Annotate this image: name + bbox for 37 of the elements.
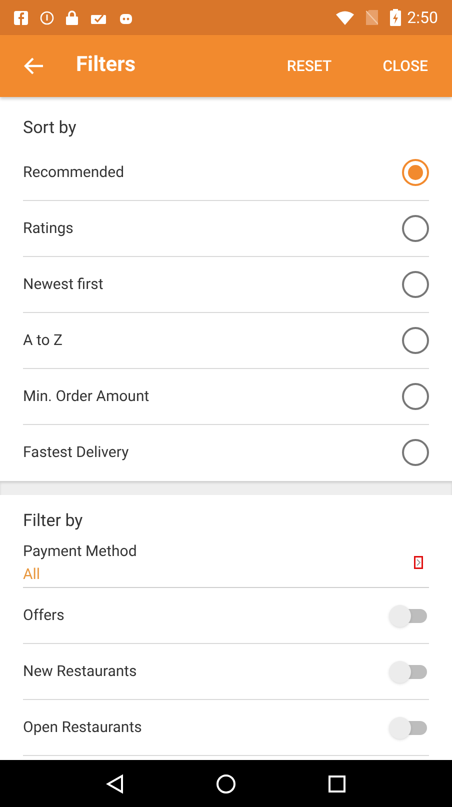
toolbar-button[interactable]: RESET — [286, 54, 332, 78]
sort-option-label: Fastest Delivery — [23, 442, 129, 464]
back-nav-icon[interactable] — [106, 774, 124, 794]
section-heading: Sort by — [22, 117, 78, 140]
screen-title: Filters — [76, 52, 136, 80]
filter-option-label: Open Restaurants — [23, 717, 142, 738]
battery-charging-icon — [390, 9, 402, 26]
radio-button[interactable] — [402, 326, 429, 354]
sort-option-label: Recommended — [23, 162, 124, 183]
radio-button[interactable] — [402, 214, 429, 242]
sort-option-label: Ratings — [23, 218, 74, 239]
clock-time: 2:50 — [407, 6, 438, 28]
recents-nav-icon[interactable] — [328, 774, 346, 792]
chevron-right-icon[interactable] — [414, 556, 423, 569]
app-notification-icon — [14, 10, 28, 24]
filter-option-label: New Restaurants — [23, 661, 137, 682]
radio-button[interactable] — [402, 270, 429, 298]
toolbar-button[interactable]: CLOSE — [382, 54, 428, 78]
radio-button[interactable] — [402, 158, 429, 186]
payment-method-label: Payment Method — [23, 541, 138, 562]
back-arrow-icon[interactable] — [24, 57, 44, 75]
section-heading: Filter by — [22, 510, 84, 532]
lock-icon — [66, 10, 78, 25]
toggle-switch[interactable] — [389, 716, 427, 738]
toggle-switch[interactable] — [389, 604, 427, 626]
sort-option-label: Min. Order Amount — [23, 386, 150, 407]
payment-method-value[interactable]: All — [23, 562, 414, 585]
radio-button[interactable] — [402, 382, 429, 410]
filter-option-label: Offers — [23, 605, 64, 626]
toggle-switch[interactable] — [389, 660, 427, 682]
no-sim-icon — [366, 10, 378, 25]
info-icon — [40, 10, 54, 24]
sort-option-label: A to Z — [23, 330, 63, 351]
sort-option-label: Newest first — [23, 274, 104, 295]
home-nav-icon[interactable] — [216, 774, 236, 794]
wifi-icon — [336, 10, 354, 24]
radio-button[interactable] — [402, 439, 429, 466]
